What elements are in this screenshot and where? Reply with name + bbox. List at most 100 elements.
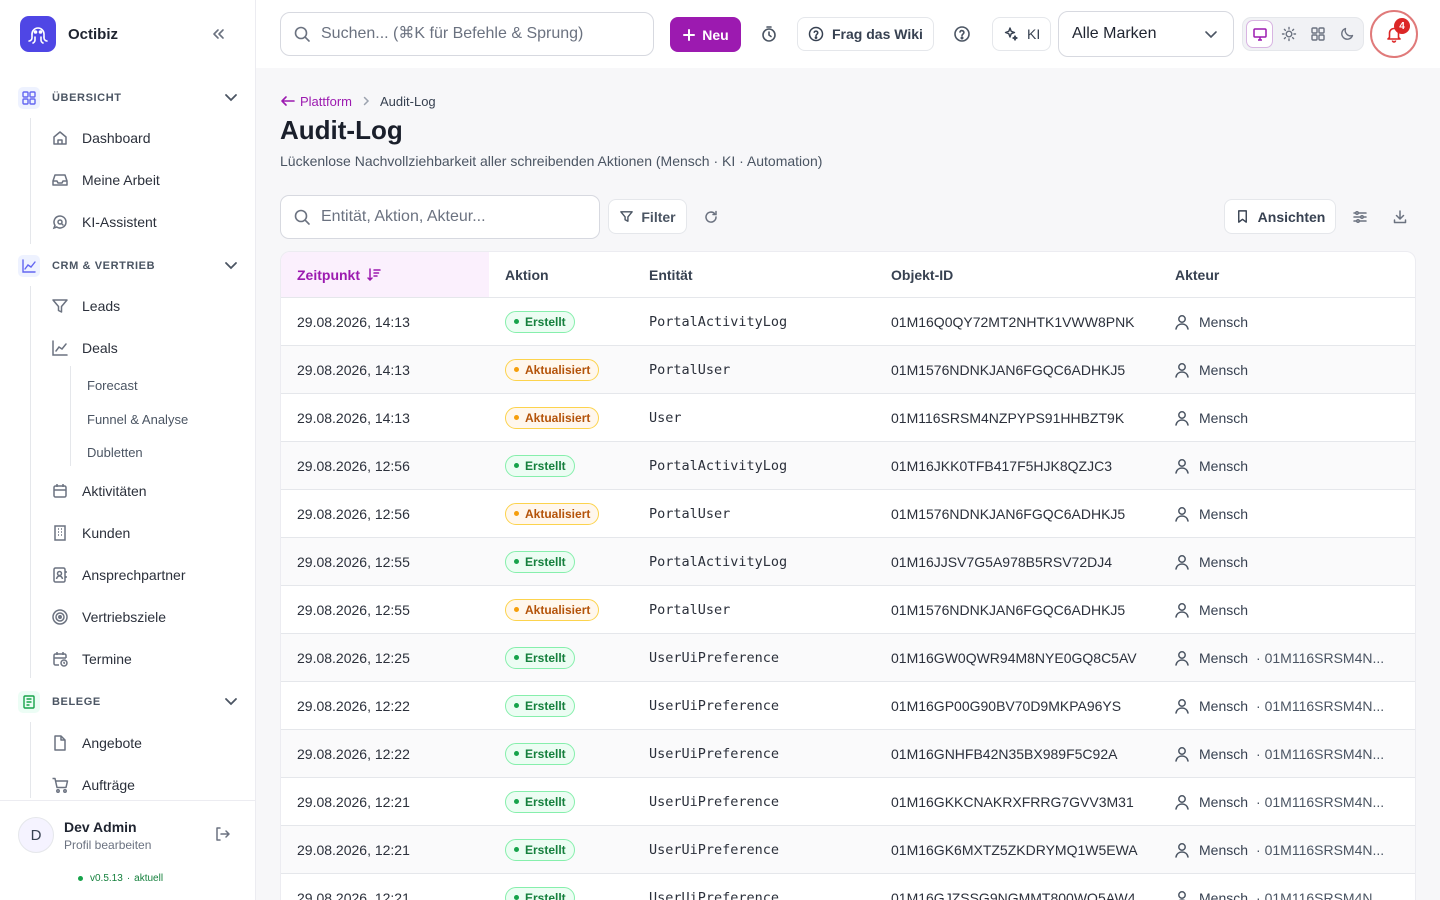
cell-time: 29.08.2026, 12:25 <box>297 649 410 666</box>
table-row[interactable]: 29.08.2026, 14:13 Aktualisiert User 01M116S… <box>281 394 1415 442</box>
moon-icon[interactable] <box>1333 20 1360 48</box>
cell-time: 29.08.2026, 12:55 <box>297 601 410 618</box>
chevron-down-icon[interactable] <box>222 692 240 710</box>
cell-object-id[interactable]: 01M16GNHFB42N35BX989F5C92A <box>891 730 1117 777</box>
table-search-input[interactable] <box>321 208 581 226</box>
column-header-zeitpunkt[interactable]: Zeitpunkt <box>281 252 489 297</box>
group-belege[interactable]: BELEGE <box>18 690 240 714</box>
global-search[interactable] <box>280 12 654 56</box>
new-button[interactable]: Neu <box>670 17 741 52</box>
column-header-akteur[interactable]: Akteur <box>1175 252 1219 297</box>
sidebar-item-vertriebsziele[interactable]: Vertriebsziele <box>50 605 166 629</box>
notification-count-badge: 4 <box>1394 18 1410 34</box>
chat-search-icon <box>50 212 70 232</box>
action-badge: Erstellt <box>505 886 575 900</box>
cell-object-id[interactable]: 01M1576NDNKJAN6FGQC6ADHKJ5 <box>891 346 1125 393</box>
sun-icon[interactable] <box>1275 20 1302 48</box>
chevron-right-icon <box>360 95 372 107</box>
group-crm-vertrieb[interactable]: CRM & VERTRIEB <box>18 254 240 278</box>
cell-object-id[interactable]: 01M16JJSV7G5A978B5RSV72DJ4 <box>891 538 1112 585</box>
action-badge: Erstellt <box>505 454 575 477</box>
cell-object-id[interactable]: 01M16GP00G90BV70D9MKPA96YS <box>891 682 1121 729</box>
collapse-sidebar-icon[interactable] <box>206 24 230 44</box>
views-button[interactable]: Ansichten <box>1224 199 1336 234</box>
cell-object-id[interactable]: 01M16GJZSSG9NGMMT800WQ5AW4 <box>891 874 1136 900</box>
timer-icon[interactable] <box>753 18 785 50</box>
sidebar-item-termine[interactable]: Termine <box>50 647 132 671</box>
table-row[interactable]: 29.08.2026, 12:55 Aktualisiert PortalUser 0… <box>281 586 1415 634</box>
cell-action: Aktualisiert <box>505 394 600 441</box>
sidebar-subitem-dubletten[interactable]: Dubletten <box>87 445 143 460</box>
refresh-icon[interactable] <box>695 201 727 233</box>
sidebar-item-deals[interactable]: Deals <box>50 336 118 360</box>
ai-button[interactable]: KI <box>992 17 1052 51</box>
notifications-button[interactable]: 4 <box>1370 10 1418 58</box>
action-badge: Erstellt <box>505 646 575 669</box>
user-icon <box>1173 649 1191 667</box>
cell-actor: Mensch · 01M116SRSM4N... <box>1173 634 1384 681</box>
sidebar-item-meine-arbeit[interactable]: Meine Arbeit <box>50 168 160 192</box>
cell-object-id[interactable]: 01M16GK6MXTZ5ZKDRYMQ1W5EWA <box>891 826 1138 873</box>
layout-grid-icon[interactable] <box>1304 20 1331 48</box>
sidebar-item-dashboard[interactable]: Dashboard <box>50 126 151 150</box>
group-label: ÜBERSICHT <box>52 92 122 104</box>
sidebar-item-ki-assistent[interactable]: KI-Assistent <box>50 210 157 234</box>
download-icon[interactable] <box>1384 201 1416 233</box>
table-row[interactable]: 29.08.2026, 14:13 Erstellt PortalActivityL… <box>281 298 1415 346</box>
cell-actor: Mensch <box>1173 346 1256 393</box>
table-row[interactable]: 29.08.2026, 12:21 Erstellt UserUiPreferenc… <box>281 778 1415 826</box>
monitor-icon[interactable] <box>1246 20 1274 48</box>
cell-object-id[interactable]: 01M116SRSM4NZPYPS91HHBZT9K <box>891 394 1124 441</box>
table-row[interactable]: 29.08.2026, 14:13 Aktualisiert PortalUser 0… <box>281 346 1415 394</box>
cell-object-id[interactable]: 01M16GW0QWR94M8NYE0GQ8C5AV <box>891 634 1137 681</box>
sidebar-item-angebote[interactable]: Angebote <box>50 731 142 755</box>
column-header-objekt-id[interactable]: Objekt-ID <box>891 252 953 297</box>
cell-object-id[interactable]: 01M1576NDNKJAN6FGQC6ADHKJ5 <box>891 586 1125 633</box>
cell-action: Erstellt <box>505 298 575 345</box>
avatar[interactable]: D <box>18 817 54 853</box>
cell-action: Erstellt <box>505 682 575 729</box>
group-overview[interactable]: ÜBERSICHT <box>18 86 240 110</box>
columns-settings-icon[interactable] <box>1344 201 1376 233</box>
wiki-button[interactable]: Frag das Wiki <box>797 17 934 51</box>
user-icon <box>1173 697 1191 715</box>
sidebar-item-leads[interactable]: Leads <box>50 294 120 318</box>
column-header-entitaet[interactable]: Entität <box>649 252 693 297</box>
breadcrumb-parent-link[interactable]: Plattform <box>280 93 352 109</box>
cell-action: Erstellt <box>505 730 575 777</box>
cell-time: 29.08.2026, 12:56 <box>297 505 410 522</box>
sidebar-subitem-forecast[interactable]: Forecast <box>87 378 138 393</box>
logout-icon[interactable] <box>213 825 231 843</box>
column-header-aktion[interactable]: Aktion <box>505 252 549 297</box>
brand[interactable]: Octibiz <box>20 16 118 52</box>
table-row[interactable]: 29.08.2026, 12:21 Erstellt UserUiPreferenc… <box>281 874 1415 900</box>
sidebar-item-ansprechpartner[interactable]: Ansprechpartner <box>50 563 186 587</box>
global-search-input[interactable] <box>321 25 621 43</box>
sidebar-subitem-funnel[interactable]: Funnel & Analyse <box>87 412 188 427</box>
table-row[interactable]: 29.08.2026, 12:22 Erstellt UserUiPreferenc… <box>281 730 1415 778</box>
sidebar-item-kunden[interactable]: Kunden <box>50 521 130 545</box>
cell-object-id[interactable]: 01M16JKK0TFB417F5HJK8QZJC3 <box>891 442 1112 489</box>
table-row[interactable]: 29.08.2026, 12:56 Erstellt PortalActivityL… <box>281 442 1415 490</box>
chevron-down-icon[interactable] <box>222 256 240 274</box>
filter-button[interactable]: Filter <box>608 199 687 234</box>
cell-entity: PortalUser <box>649 505 731 522</box>
help-icon[interactable] <box>946 18 978 50</box>
chevron-down-icon[interactable] <box>222 88 240 106</box>
table-row[interactable]: 29.08.2026, 12:22 Erstellt UserUiPreferenc… <box>281 682 1415 730</box>
user-icon <box>1173 505 1191 523</box>
brand-select[interactable]: Alle Marken <box>1058 11 1234 57</box>
table-row[interactable]: 29.08.2026, 12:21 Erstellt UserUiPreferenc… <box>281 826 1415 874</box>
edit-profile-link[interactable]: Profil bearbeiten <box>64 838 151 852</box>
table-row[interactable]: 29.08.2026, 12:55 Erstellt PortalActivityL… <box>281 538 1415 586</box>
table-row[interactable]: 29.08.2026, 12:25 Erstellt UserUiPreferenc… <box>281 634 1415 682</box>
cell-object-id[interactable]: 01M16GKKCNAKRXFRRG7GVV3M31 <box>891 778 1134 825</box>
action-badge: Erstellt <box>505 694 575 717</box>
sidebar-item-aktivitaeten[interactable]: Aktivitäten <box>50 479 147 503</box>
table-search[interactable] <box>280 195 600 239</box>
cell-object-id[interactable]: 01M1576NDNKJAN6FGQC6ADHKJ5 <box>891 490 1125 537</box>
table-row[interactable]: 29.08.2026, 12:56 Aktualisiert PortalUser 0… <box>281 490 1415 538</box>
sidebar-item-auftraege[interactable]: Aufträge <box>50 773 135 797</box>
cell-actor: Mensch <box>1173 490 1256 537</box>
cell-object-id[interactable]: 01M16Q0QY72MT2NHTK1VWW8PNK <box>891 298 1135 345</box>
